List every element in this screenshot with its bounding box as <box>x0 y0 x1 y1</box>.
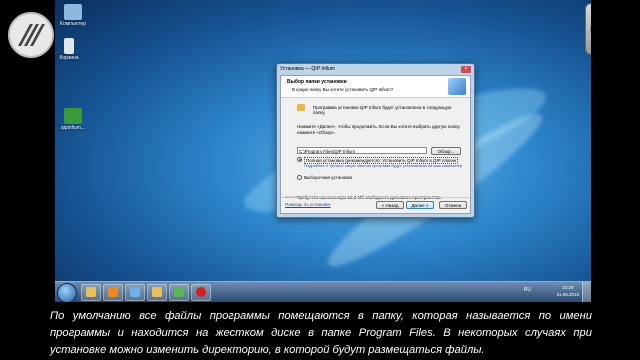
installer-logo-icon <box>448 78 466 95</box>
logo-icon <box>18 24 45 46</box>
help-link[interactable]: Помощь по установке <box>285 202 331 207</box>
desktop-icon-label: qipinfium... <box>60 125 86 131</box>
media-player-icon <box>108 287 118 297</box>
install-path-input[interactable]: C:\Program Files\QIP Infium <box>297 147 427 154</box>
folder-icon <box>152 287 162 297</box>
desktop-icon-label: Компьютер <box>60 21 86 27</box>
taskbar-app-opera[interactable] <box>191 284 211 301</box>
dialog-titlebar[interactable]: Установка — QIP Infium × <box>277 64 474 74</box>
show-desktop-button[interactable] <box>582 282 591 302</box>
cancel-button[interactable]: Отмена <box>439 201 467 209</box>
radio-full-install[interactable] <box>297 157 302 162</box>
tray-date: 31.05.2010 <box>556 292 579 297</box>
folder-icon <box>297 104 305 111</box>
tray-time: 15:29 <box>562 285 574 290</box>
desktop-icon-computer[interactable]: Компьютер <box>55 4 93 27</box>
channel-logo <box>8 12 54 58</box>
tray-clock[interactable]: 15:29 31.05.2010 <box>556 284 579 298</box>
desktop-icon-recycle-bin[interactable]: Корзина <box>55 38 89 61</box>
option-custom-label[interactable]: Выборочная установка <box>304 175 352 180</box>
dialog-header: Выбор папки установки В какую папку Вы х… <box>281 76 470 98</box>
instruction-text: Нажмите «Далее», чтобы продолжить. Если … <box>297 124 461 135</box>
installer-icon <box>64 108 82 124</box>
next-button[interactable]: Далее > <box>406 201 434 209</box>
taskbar: RU 15:29 31.05.2010 <box>55 281 591 302</box>
taskbar-app-qip[interactable] <box>169 284 189 301</box>
dialog-title: Установка — QIP Infium <box>280 66 335 72</box>
language-indicator[interactable]: RU <box>524 287 531 293</box>
explorer-icon <box>86 287 96 297</box>
clock-gadget[interactable] <box>585 3 591 55</box>
watermark: www.qip.ru <box>285 194 305 199</box>
browse-button[interactable]: Обзор... <box>431 147 461 155</box>
clock-face-icon <box>590 24 591 34</box>
header-title: Выбор папки установки <box>287 79 347 85</box>
option-full-detail[interactable]: Подробнее о третьих лицах пакетах програ… <box>304 163 462 168</box>
opera-icon <box>196 287 206 297</box>
close-icon: × <box>464 65 468 72</box>
taskbar-app-folder[interactable] <box>147 284 167 301</box>
desktop-icon-label: Корзина <box>59 55 79 61</box>
installer-icon <box>130 287 140 297</box>
taskbar-app-installer[interactable] <box>125 284 145 301</box>
intro-text: Программа установки QIP Infium будет уст… <box>313 105 452 115</box>
taskbar-app-media-player[interactable] <box>103 284 123 301</box>
start-button[interactable] <box>57 283 77 302</box>
dialog-body: Выбор папки установки В какую папку Вы х… <box>280 75 471 214</box>
recycle-bin-icon <box>64 38 74 54</box>
setup-dialog: Установка — QIP Infium × Выбор папки уст… <box>276 63 475 218</box>
taskbar-app-explorer[interactable] <box>81 284 101 301</box>
computer-icon <box>64 4 82 20</box>
close-button[interactable]: × <box>461 65 471 73</box>
qip-icon <box>174 287 184 297</box>
header-subtitle: В какую папку Вы хотите установить QIP I… <box>292 87 394 92</box>
desktop: Компьютер Корзина qipinfium... Установка… <box>55 0 591 302</box>
radio-custom-install[interactable] <box>297 175 302 180</box>
desktop-icon-installer[interactable]: qipinfium... <box>55 108 93 131</box>
caption-text: По умолчанию все файлы программы помещаю… <box>50 310 592 356</box>
back-button[interactable]: < Назад <box>376 201 404 209</box>
subtitle-caption: По умолчанию все файлы программы помещаю… <box>0 305 640 360</box>
dialog-footer: www.qip.ru Помощь по установке < Назад Д… <box>281 194 470 213</box>
